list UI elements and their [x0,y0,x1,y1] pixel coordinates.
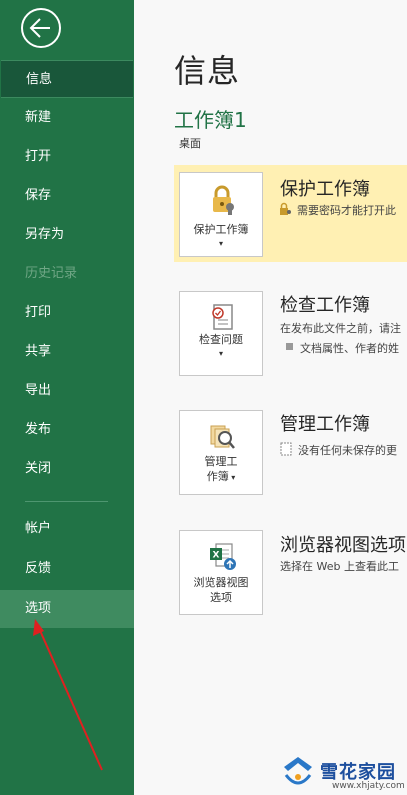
watermark-url: www.xhjaty.com [332,781,405,791]
annotation-arrow-icon [33,619,103,771]
watermark-logo-icon [284,757,312,785]
